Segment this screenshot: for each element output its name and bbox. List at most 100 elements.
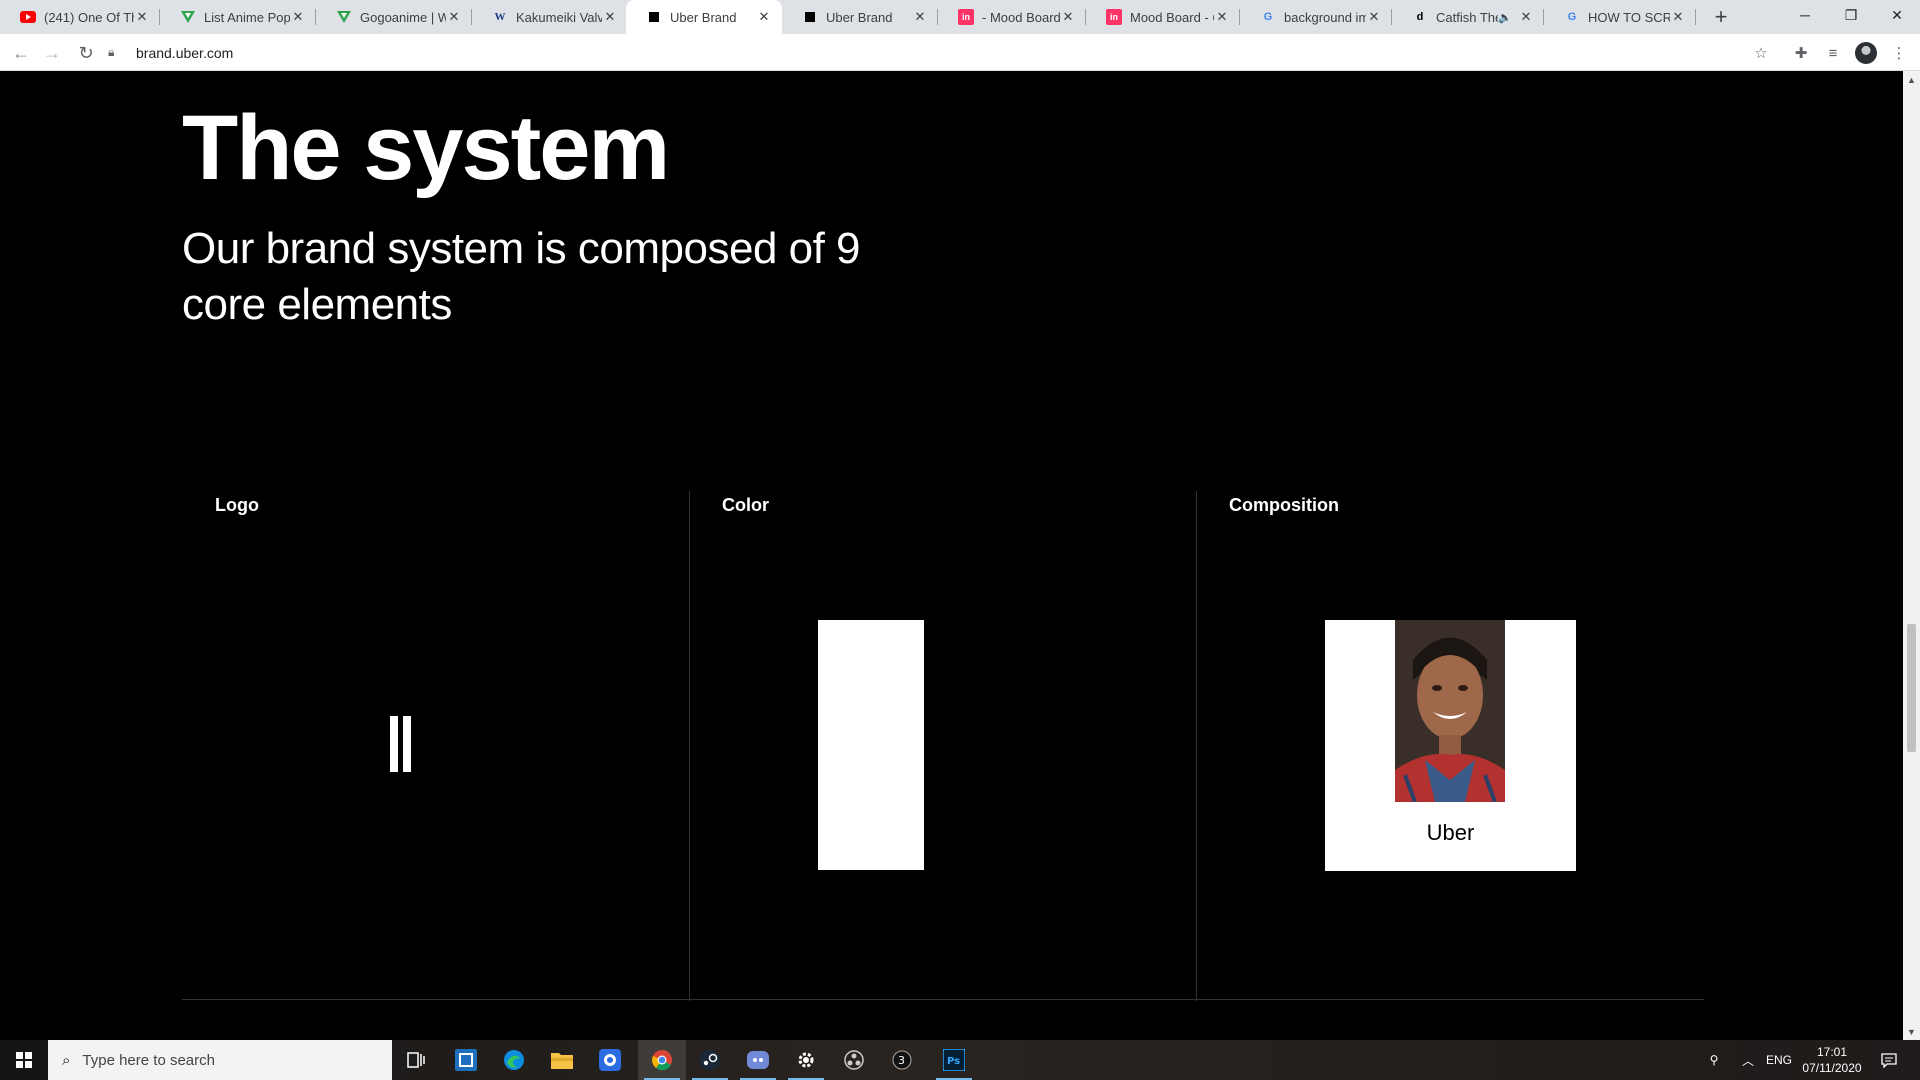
close-icon[interactable]: ✕: [446, 9, 462, 25]
url-text: brand.uber.com: [136, 44, 234, 61]
tab-title: HOW TO SCREEN: [1588, 9, 1670, 25]
google-icon: G: [1567, 11, 1577, 23]
uber-logo-mark: [390, 716, 414, 772]
people-icon[interactable]: ⚲: [1700, 1040, 1728, 1080]
element-label-color: Color: [722, 495, 769, 515]
close-icon[interactable]: ✕: [1214, 9, 1230, 25]
browser-toolbar: ← → ↻ 🔒︎ brand.uber.com ☆ ✚ ≡ ⋮: [0, 34, 1920, 71]
close-window-button[interactable]: ✕: [1874, 0, 1920, 30]
tab-mood-board-cl[interactable]: in Mood Board - Cl ✕: [1086, 0, 1240, 34]
tab-list-anime[interactable]: List Anime Popul ✕: [160, 0, 316, 34]
portrait-photo: [1395, 620, 1505, 802]
close-icon[interactable]: ✕: [1670, 9, 1686, 25]
bookmark-star-icon[interactable]: ☆: [1748, 40, 1774, 66]
grid-divider: [182, 999, 1704, 1000]
color-swatch: [818, 620, 924, 870]
tab-title: background ima: [1284, 9, 1366, 25]
tab-wikipedia[interactable]: W Kakumeiki Valvra ✕: [472, 0, 628, 34]
back-button[interactable]: ←: [7, 39, 35, 67]
taskbar-search-box[interactable]: ⌕ Type here to search: [48, 1040, 392, 1080]
google-icon: G: [1263, 11, 1273, 23]
file-explorer-icon[interactable]: [538, 1040, 586, 1080]
close-icon[interactable]: ✕: [290, 9, 306, 25]
tab-google-how-to[interactable]: G HOW TO SCREEN ✕: [1544, 0, 1696, 34]
speaker-icon[interactable]: 🔈: [1498, 11, 1512, 24]
youtube-icon: [20, 9, 36, 25]
scroll-down-icon[interactable]: ▼: [1903, 1023, 1920, 1040]
tab-mood-board[interactable]: in - Mood Board - ✕: [938, 0, 1086, 34]
edge-icon[interactable]: [490, 1040, 538, 1080]
chrome-icon[interactable]: [638, 1040, 686, 1080]
extensions-icon[interactable]: ✚: [1788, 40, 1814, 66]
minimize-button[interactable]: ─: [1782, 0, 1828, 30]
tab-title: Gogoanime | Wa: [360, 9, 446, 25]
new-tab-button[interactable]: +: [1708, 4, 1734, 30]
close-icon[interactable]: ✕: [1060, 9, 1076, 25]
tab-strip: (241) One Of The ✕ List Anime Popul ✕ Go…: [0, 0, 1920, 34]
reload-button[interactable]: ↻: [72, 39, 100, 67]
media-control-icon[interactable]: ≡: [1820, 40, 1846, 66]
wikipedia-icon: W: [494, 11, 506, 23]
task-view-icon[interactable]: [392, 1040, 440, 1080]
notifications-icon[interactable]: [1872, 1040, 1906, 1080]
grid-divider: [689, 491, 690, 1001]
scroll-up-icon[interactable]: ▲: [1903, 71, 1920, 88]
close-icon[interactable]: ✕: [1518, 9, 1534, 25]
composition-card: Uber: [1325, 620, 1576, 871]
close-icon[interactable]: ✕: [756, 9, 772, 25]
tab-gogoanime[interactable]: Gogoanime | Wa ✕: [316, 0, 472, 34]
tab-title: Uber Brand: [670, 9, 737, 25]
steam-icon[interactable]: [686, 1040, 734, 1080]
language-indicator[interactable]: ENG: [1762, 1040, 1796, 1080]
close-icon[interactable]: ✕: [602, 9, 618, 25]
tab-title: Mood Board - Cl: [1130, 9, 1214, 25]
svg-text:3: 3: [898, 1054, 905, 1067]
search-placeholder: Type here to search: [82, 1051, 215, 1069]
show-hidden-icons-chevron-icon[interactable]: ︿: [1736, 1040, 1760, 1080]
element-label-composition: Composition: [1229, 495, 1339, 515]
windows-taskbar: ⌕ Type here to search 3 Ps ⚲ ︿ ENG 17:01…: [0, 1040, 1920, 1080]
uwp-app-icon[interactable]: [442, 1040, 490, 1080]
photoshop-icon[interactable]: Ps: [930, 1040, 978, 1080]
close-icon[interactable]: ✕: [1366, 9, 1382, 25]
clock-date: 07/11/2020: [1802, 1061, 1862, 1075]
uber-icon: [646, 9, 662, 25]
element-label-logo: Logo: [215, 495, 259, 515]
search-icon: ⌕: [62, 1051, 71, 1069]
tab-title: Catfish The: [1436, 9, 1499, 25]
profile-avatar[interactable]: [1853, 40, 1879, 66]
address-bar[interactable]: 🔒︎ brand.uber.com: [108, 38, 1780, 67]
bandcamp-icon[interactable]: 3: [878, 1040, 926, 1080]
tab-uber-brand[interactable]: Uber Brand ✕: [782, 0, 938, 34]
dailymotion-icon: d: [1416, 11, 1424, 23]
tab-uber-brand-active[interactable]: Uber Brand ✕: [626, 0, 782, 34]
uber-icon: [802, 9, 818, 25]
settings-icon[interactable]: [782, 1040, 830, 1080]
invision-icon: in: [1106, 9, 1122, 25]
lock-icon[interactable]: 🔒︎: [108, 45, 122, 60]
windows-icon: [16, 1052, 32, 1068]
discord-icon[interactable]: [734, 1040, 782, 1080]
tab-title: Uber Brand: [826, 9, 893, 25]
close-icon[interactable]: ✕: [912, 9, 928, 25]
paint-icon[interactable]: [586, 1040, 634, 1080]
taskbar-clock[interactable]: 17:01 07/11/2020: [1796, 1044, 1868, 1076]
obs-icon[interactable]: [830, 1040, 878, 1080]
tab-youtube[interactable]: (241) One Of The ✕: [0, 0, 160, 34]
page-subtitle: Our brand system is composed of 9 core e…: [182, 224, 861, 329]
forward-button[interactable]: →: [38, 39, 66, 67]
svg-text:Ps: Ps: [947, 1056, 960, 1067]
vertical-scrollbar[interactable]: ▲ ▼: [1903, 71, 1920, 1040]
tab-google-background[interactable]: G background ima ✕: [1240, 0, 1392, 34]
tab-title: (241) One Of The: [44, 9, 134, 25]
start-button[interactable]: [0, 1040, 48, 1080]
gogoanime-icon: [336, 9, 352, 25]
tab-title: - Mood Board -: [982, 9, 1060, 25]
close-icon[interactable]: ✕: [134, 9, 150, 25]
composition-brand-text: Uber: [1426, 820, 1475, 845]
more-menu-icon[interactable]: ⋮: [1886, 40, 1912, 66]
scrollbar-thumb[interactable]: [1907, 624, 1916, 752]
restore-button[interactable]: ❐: [1828, 0, 1874, 30]
tab-title: List Anime Popul: [204, 9, 290, 25]
tab-catfish[interactable]: d Catfish The 🔈 ✕: [1392, 0, 1544, 34]
